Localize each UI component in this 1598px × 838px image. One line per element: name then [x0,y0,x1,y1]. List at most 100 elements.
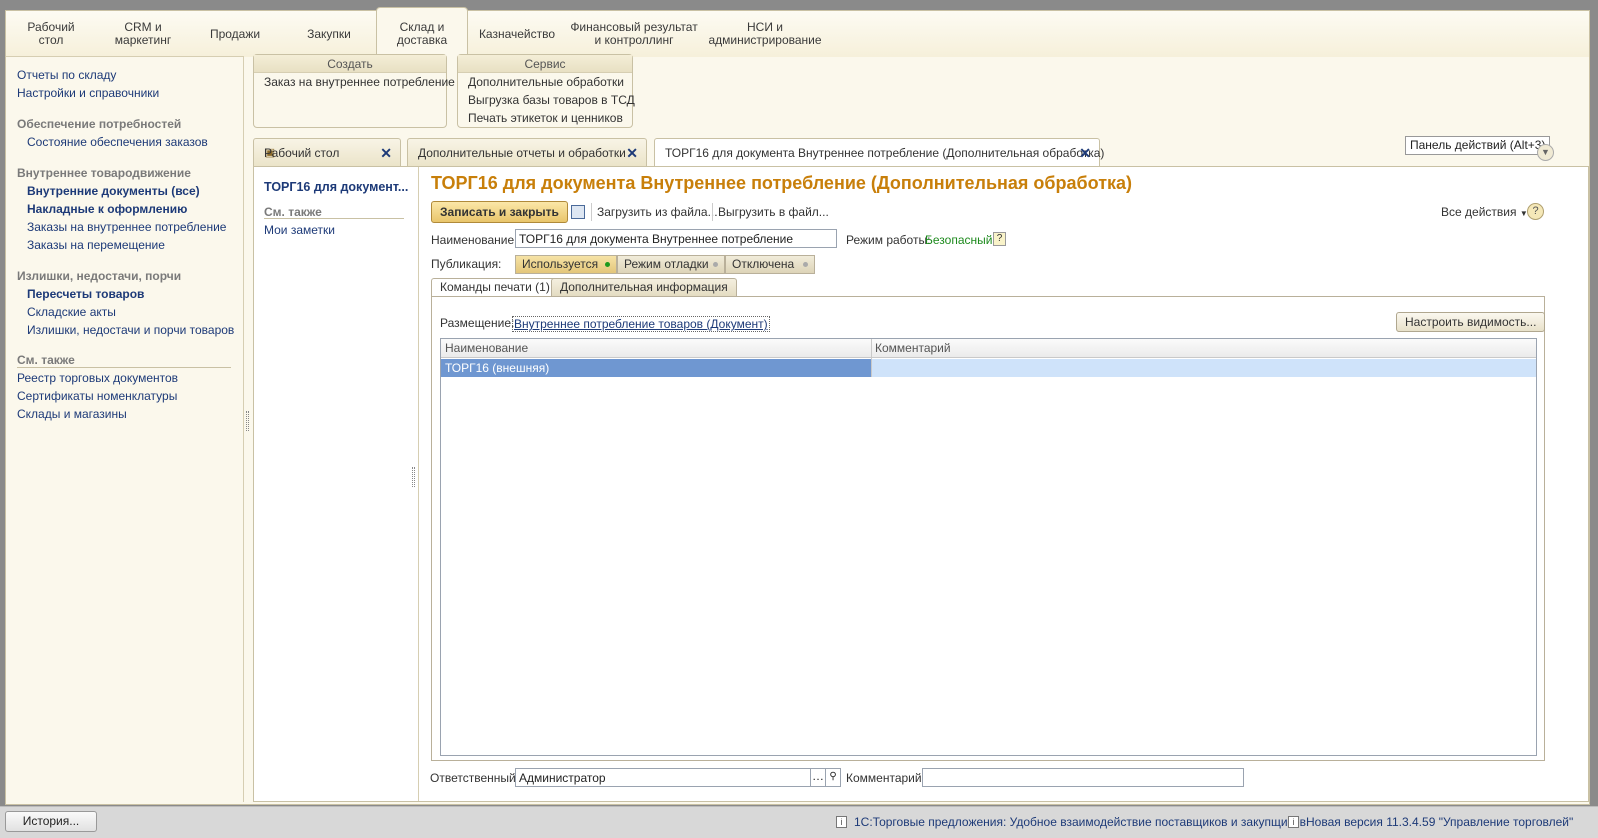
name-label: Наименование: [431,233,518,247]
sections-panel: Рабочий стол CRM и маркетинг Продажи Зак… [6,7,1589,59]
nav-invoices-pending[interactable]: Накладные к оформлению [27,202,187,216]
search-icon[interactable]: ⚲ [825,768,841,787]
table-row[interactable]: ТОРГ16 (внешняя) [441,359,1536,377]
service-box: Сервис Дополнительные обработки Выгрузка… [457,54,635,128]
placement-link[interactable]: Внутреннее потребление товаров (Документ… [512,316,770,332]
publication-debug[interactable]: Режим отладки [617,255,725,274]
info-icon: i [836,816,847,828]
nav-settings[interactable]: Настройки и справочники [17,86,159,100]
nav-internal-docs[interactable]: Внутренние документы (все) [27,184,200,198]
nav-stock-counts[interactable]: Пересчеты товаров [27,287,144,301]
status-message-new-version[interactable]: Новая версия 11.3.4.59 "Управление торго… [1306,815,1573,829]
tab-additional-info[interactable]: Дополнительная информация [551,278,737,296]
section-crm[interactable]: CRM и маркетинг [104,11,182,57]
nav-item-certificates[interactable]: Сертификаты номенклатуры [17,389,177,403]
publication-disabled-label: Отключена [732,257,795,271]
comment-label: Комментарий: [846,771,925,785]
tab-print-commands[interactable]: Команды печати (1) [431,278,559,296]
save-close-button[interactable]: Записать и закрыть [431,201,568,223]
section-desktop[interactable]: Рабочий стол [16,11,86,57]
nav-warehouse-acts[interactable]: Складские акты [27,305,116,319]
nav-group-supply: Обеспечение потребностей [17,117,182,131]
actions-panel-button[interactable]: Панель действий (Alt+3) [1405,136,1551,155]
nav-internal-consumption-orders[interactable]: Заказы на внутреннее потребление [27,220,226,234]
left-navigation: Отчеты по складу Настройки и справочники… [6,56,244,802]
service-print-labels[interactable]: Печать этикеток и ценников [458,109,632,127]
section-treasury[interactable]: Казначейство [472,11,562,57]
service-header: Сервис [458,55,632,73]
comment-input[interactable] [922,768,1244,787]
tab-desktop-label: Рабочий стол [264,145,340,160]
column-header-comment[interactable]: Комментарий [871,339,951,358]
form-title: ТОРГ16 для документа Внутреннее потребле… [431,173,1133,193]
tab-torg16[interactable]: ТОРГ16 для документа Внутреннее потребле… [654,138,1104,167]
nav-see-also-heading: См. также [17,353,75,367]
publication-label: Публикация: [431,257,502,271]
close-icon[interactable]: ✕ [1079,145,1091,162]
tab-torg16-label: ТОРГ16 для документа Внутреннее потребле… [665,146,1105,160]
section-purchases[interactable]: Закупки [296,11,362,57]
all-actions-button[interactable]: Все действия ▼ [1441,205,1528,219]
mode-label: Режим работы: [846,233,931,247]
nav-surplus-shortage[interactable]: Излишки, недостачи и порчи товаров [27,323,234,337]
nav-order-supply-state[interactable]: Состояние обеспечения заказов [27,135,208,149]
window-frame: Рабочий стол CRM и маркетинг Продажи Зак… [0,0,1598,838]
mode-help-icon[interactable]: ? [993,232,1006,246]
publication-used-label: Используется [522,257,599,271]
select-button[interactable]: … [810,768,826,787]
placement-label: Размещение: [440,316,515,330]
unload-to-file-button[interactable]: Выгрузить в файл... [718,205,829,219]
nav-trade-docs-registry[interactable]: Реестр торговых документов [17,371,178,385]
history-button[interactable]: История... [5,811,97,832]
form-nav-current[interactable]: ТОРГ16 для документ... [264,180,409,194]
form-nav-my-notes[interactable]: Мои заметки [264,223,335,237]
left-splitter[interactable] [246,411,249,431]
responsible-label: Ответственный: [430,771,520,785]
load-from-file-button[interactable]: Загрузить из файла... [597,205,718,219]
nav-group-internal: Внутреннее товародвижение [17,166,191,180]
responsible-input[interactable] [515,768,811,787]
column-divider [871,339,872,377]
service-tsd-export[interactable]: Выгрузка базы товаров в ТСД [458,91,635,109]
status-bar: История... i 1С:Торговые предложения: Уд… [0,806,1598,838]
form-splitter[interactable] [412,467,415,487]
mode-value: Безопасный [925,233,993,247]
info-icon: i [1288,816,1299,828]
tab-desktop[interactable]: ▣ Рабочий стол ✕ [253,138,401,166]
column-header-name[interactable]: Наименование [441,339,528,358]
chevron-down-icon[interactable]: ▼ [1537,144,1554,161]
help-icon[interactable]: ? [1527,203,1544,220]
form-nav-divider [264,218,404,219]
form-nav-see-also: См. также [264,205,322,219]
nav-warehouses-stores[interactable]: Склады и магазины [17,407,127,421]
create-internal-order[interactable]: Заказ на внутреннее потребление [254,73,455,91]
toolbar-divider [712,203,713,221]
nav-transfer-orders[interactable]: Заказы на перемещение [27,238,165,252]
publication-debug-label: Режим отладки [624,257,709,271]
table-cell-name[interactable]: ТОРГ16 (внешняя) [441,359,871,377]
section-sales[interactable]: Продажи [202,11,268,57]
tab-additional-reports[interactable]: Дополнительные отчеты и обработки ✕ [407,138,647,166]
section-warehouse[interactable]: Склад и доставка [376,7,468,59]
publication-used[interactable]: Используется [515,255,617,274]
service-additional-processing[interactable]: Дополнительные обработки [458,73,632,91]
publication-disabled[interactable]: Отключена [725,255,815,274]
close-icon[interactable]: ✕ [380,145,392,162]
app-window: Рабочий стол CRM и маркетинг Продажи Зак… [5,7,1590,805]
close-icon[interactable]: ✕ [626,145,638,162]
all-actions-label: Все действия [1441,205,1517,219]
section-finance[interactable]: Финансовый результат и контроллинг [566,11,702,57]
print-commands-table: Наименование Комментарий ТОРГ16 (внешняя… [440,338,1537,756]
nav-warehouse-reports[interactable]: Отчеты по складу [17,68,116,82]
tab-additional-reports-label: Дополнительные отчеты и обработки [418,145,626,160]
toolbar-divider [591,203,592,221]
status-message-trade-offers[interactable]: 1С:Торговые предложения: Удобное взаимод… [854,815,1306,829]
configure-visibility-button[interactable]: Настроить видимость... [1396,312,1546,332]
save-icon[interactable] [571,205,585,219]
status-dot-icon [803,262,808,267]
name-input[interactable] [515,229,837,248]
create-header: Создать [254,55,446,73]
table-header: Наименование Комментарий [441,339,1536,358]
create-box: Создать Заказ на внутреннее потребление [253,54,455,128]
section-admin[interactable]: НСИ и администрирование [706,11,824,57]
